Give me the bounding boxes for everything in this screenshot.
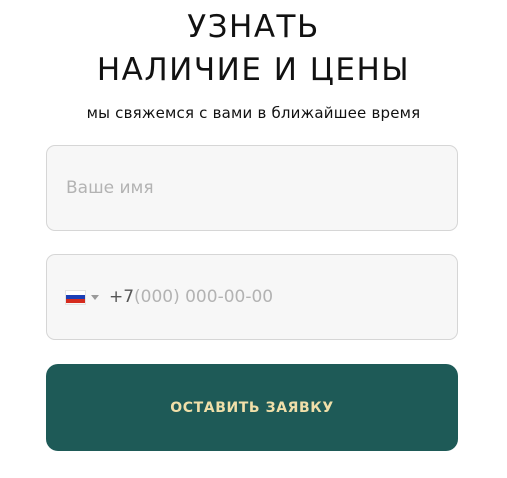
form-title-line-2: НАЛИЧИЕ И ЦЕНЫ — [96, 52, 411, 88]
request-form: УЗНАТЬ НАЛИЧИЕ И ЦЕНЫ мы свяжемся с вами… — [0, 0, 507, 478]
phone-input[interactable] — [134, 255, 434, 339]
form-subtitle: мы свяжемся с вами в ближайшее время — [86, 104, 421, 122]
country-selector[interactable] — [66, 286, 100, 308]
chevron-down-icon — [91, 294, 99, 300]
ru-flag-icon — [66, 290, 85, 304]
name-field — [46, 145, 458, 231]
dial-code: +7 — [109, 287, 135, 307]
form-title-line-1: УЗНАТЬ — [187, 9, 320, 45]
submit-request-button[interactable]: ОСТАВИТЬ ЗАЯВКУ — [46, 364, 458, 451]
phone-field: +7 — [46, 254, 458, 340]
name-input[interactable] — [66, 146, 436, 230]
